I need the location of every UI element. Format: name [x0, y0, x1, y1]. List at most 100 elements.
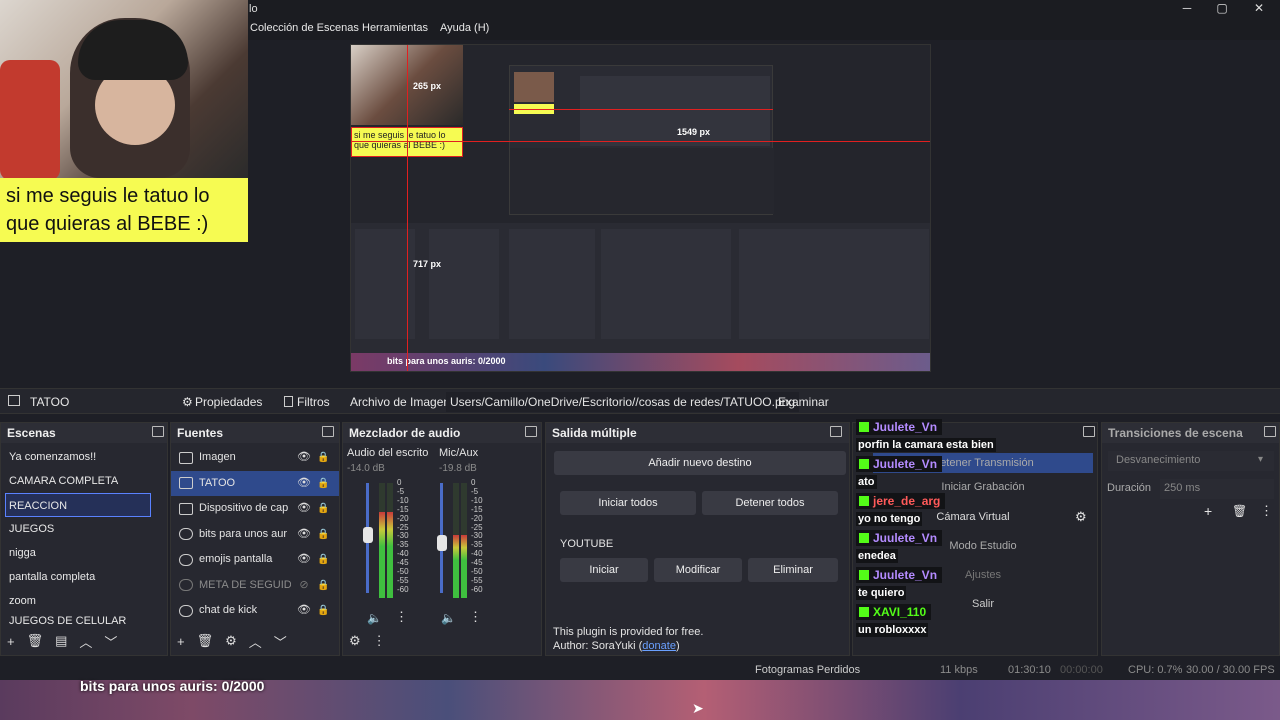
undock-icon[interactable] — [152, 426, 164, 437]
preview-canvas[interactable]: si me seguis le tatuo lo que quieras al … — [350, 44, 931, 372]
filter-icon[interactable] — [284, 396, 293, 407]
db-scale: 0 -5 -10 -15 -20 -25 -30 -35 -40 -45 -50 -55 -60 — [397, 478, 409, 595]
kick-chat-overlay: Juulete_Vn porfin la camara esta bien Ju… — [856, 419, 1096, 637]
start-button[interactable]: Iniciar — [560, 558, 648, 582]
lock-icon[interactable]: 🔒 — [317, 547, 329, 572]
trash-icon[interactable]: 🗑 — [197, 633, 214, 649]
scene-item[interactable]: nigga — [1, 541, 167, 565]
filter-icon[interactable]: ▤ — [55, 633, 67, 649]
source-item-hidden[interactable]: META DE SEGUIDC ⊘ 🔒 — [171, 573, 339, 599]
source-item[interactable]: bits para unos aur 👁 🔒 — [171, 522, 339, 548]
bitrate: 11 kbps — [940, 664, 978, 676]
scene-item[interactable]: pantalla completa — [1, 565, 167, 589]
image-file-label: Archivo de Imagen — [350, 395, 451, 409]
more-icon[interactable]: ⋮ — [469, 609, 482, 625]
source-item-selected[interactable]: TATOO 👁 🔒 — [171, 470, 339, 496]
source-item[interactable]: chat de kick 👁 🔒 — [171, 598, 339, 624]
level-fill — [461, 534, 467, 598]
webcam-overlay — [0, 0, 248, 178]
trash-icon[interactable]: 🗑 — [1232, 504, 1247, 518]
add-icon[interactable]: + — [7, 634, 15, 649]
delete-button[interactable]: Eliminar — [748, 558, 838, 582]
chevron-up-icon[interactable]: ︿ — [249, 632, 262, 651]
eye-icon[interactable]: 👁 — [297, 496, 311, 521]
source-item[interactable]: emojis pantalla 👁 🔒 — [171, 547, 339, 573]
lock-icon[interactable]: 🔒 — [317, 573, 329, 598]
eye-icon[interactable]: 👁 — [297, 445, 311, 470]
chevron-up-icon[interactable]: ︿ — [79, 632, 92, 651]
image-path-field[interactable]: Users/Camillo/OneDrive/Escritorio//cosas… — [446, 392, 799, 412]
close-icon[interactable]: ✕ — [1242, 1, 1276, 17]
level-fill — [453, 534, 459, 598]
stop-all-button[interactable]: Detener todos — [702, 491, 838, 515]
menu-help[interactable]: Ayuda (H) — [440, 22, 489, 34]
maximize-icon[interactable]: ▢ — [1205, 1, 1239, 17]
eye-icon[interactable]: 👁 — [297, 522, 311, 547]
undock-icon[interactable] — [525, 426, 537, 437]
chat-username: Juulete_Vn — [856, 530, 943, 546]
more-icon[interactable]: ⋮ — [395, 609, 408, 625]
start-all-button[interactable]: Iniciar todos — [560, 491, 696, 515]
scene-item[interactable]: JUEGOS DE CELULAR — [1, 613, 167, 629]
add-icon[interactable]: + — [1204, 503, 1212, 519]
chevron-down-icon[interactable]: ▾ — [1258, 454, 1263, 465]
eye-icon[interactable]: 👁 — [297, 547, 311, 572]
chat-message: ato — [856, 475, 877, 489]
lock-icon[interactable]: 🔒 — [317, 471, 329, 496]
speaker-icon[interactable]: 🔈 — [367, 611, 382, 625]
browse-button[interactable]: Examinar — [778, 395, 829, 409]
minimize-icon[interactable]: ─ — [1170, 1, 1204, 17]
caption-overlay: si me seguis le tatuo lo que quieras al … — [0, 178, 248, 242]
app-title: lo — [249, 3, 258, 15]
volume-knob[interactable] — [437, 535, 447, 551]
donate-link[interactable]: donate — [642, 640, 676, 652]
status-bar: Fotogramas Perdidos 11 kbps 01:30:10 00:… — [740, 660, 1280, 680]
scene-item-selected[interactable]: REACCION — [5, 493, 151, 517]
gear-icon[interactable]: ⚙ — [349, 633, 361, 649]
level-meter — [387, 483, 393, 598]
gear-icon[interactable]: ⚙ — [182, 395, 193, 409]
source-item[interactable]: Imagen 👁 🔒 — [171, 445, 339, 471]
chevron-down-icon[interactable]: ﹀ — [104, 632, 117, 651]
lock-icon[interactable]: 🔒 — [317, 496, 329, 521]
eye-icon[interactable]: 👁 — [297, 598, 311, 623]
add-icon[interactable]: + — [177, 634, 185, 649]
kick-badge-icon — [859, 459, 869, 469]
chevron-down-icon[interactable]: ﹀ — [274, 632, 287, 651]
scenes-list: Ya comenzamos!! CAMARA COMPLETA REACCION… — [1, 443, 167, 629]
lock-icon[interactable]: 🔒 — [317, 522, 329, 547]
properties-button[interactable]: Propiedades — [195, 395, 262, 409]
menu-scene-collection[interactable]: Colección de Escenas — [250, 22, 359, 34]
db-tick: -60 — [471, 584, 483, 594]
scene-item[interactable]: JUEGOS — [1, 517, 167, 541]
scene-item[interactable]: CAMARA COMPLETA — [1, 469, 167, 493]
speaker-icon[interactable]: 🔈 — [441, 611, 456, 625]
channel-name: Mic/Aux — [439, 447, 479, 459]
undock-icon[interactable] — [830, 426, 842, 437]
trash-icon[interactable]: 🗑 — [27, 633, 44, 649]
preview-sources-dock — [429, 229, 499, 339]
duration-input[interactable]: 250 ms — [1160, 479, 1274, 499]
eye-icon[interactable]: 👁 — [297, 471, 311, 496]
more-icon[interactable]: ⋮ — [1260, 503, 1273, 519]
undock-icon[interactable] — [322, 426, 334, 437]
lock-icon[interactable]: 🔒 — [317, 445, 329, 470]
filters-button[interactable]: Filtros — [297, 395, 330, 409]
sources-dock: Fuentes Imagen 👁 🔒 TATOO 👁 🔒 Dispositivo de … — [170, 422, 340, 656]
eye-off-icon[interactable]: ⊘ — [297, 573, 311, 598]
lock-icon[interactable]: 🔒 — [317, 598, 329, 623]
modify-button[interactable]: Modificar — [654, 558, 742, 582]
add-destination-button[interactable]: Añadir nuevo destino — [554, 451, 846, 475]
transitions-title: Transiciones de escena — [1102, 423, 1279, 443]
scene-item[interactable]: zoom — [1, 589, 167, 613]
more-icon[interactable]: ⋮ — [373, 633, 386, 649]
scene-item[interactable]: Ya comenzamos!! — [1, 445, 167, 469]
db-scale: 0 -5 -10 -15 -20 -25 -30 -35 -40 -45 -50 -55 -60 — [471, 478, 483, 595]
volume-knob[interactable] — [363, 527, 373, 543]
transition-select[interactable]: Desvanecimiento — [1108, 451, 1274, 471]
menu-tools[interactable]: Herramientas — [362, 22, 428, 34]
source-item[interactable]: Dispositivo de cap 👁 🔒 — [171, 496, 339, 522]
globe-icon — [179, 579, 193, 592]
undock-icon[interactable] — [1264, 426, 1276, 437]
gear-icon[interactable]: ⚙ — [225, 633, 237, 649]
